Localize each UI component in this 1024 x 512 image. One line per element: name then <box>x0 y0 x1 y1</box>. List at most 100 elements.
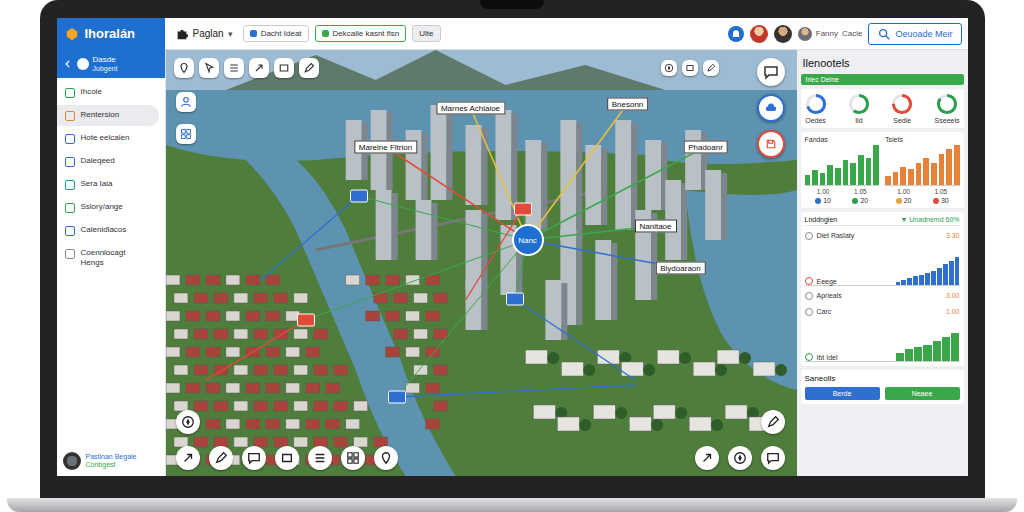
metric-label: Carc <box>817 308 942 315</box>
puzzle-glyph-icon <box>175 27 189 41</box>
pin-icon[interactable] <box>374 446 398 470</box>
sidebar-item[interactable]: Rentersion <box>57 105 159 126</box>
villa <box>561 362 583 376</box>
project-menu[interactable]: Paglan ▾ <box>171 27 237 41</box>
app-logo[interactable]: Ihoralán <box>57 18 165 50</box>
sidebar-item[interactable]: Ihcole <box>57 82 159 103</box>
sidebar-item[interactable]: Hote eelcalen <box>57 128 159 149</box>
compass-icon[interactable] <box>728 446 752 470</box>
chat-icon[interactable] <box>761 446 785 470</box>
donut-chart: Oedes <box>805 93 827 124</box>
tree <box>651 419 663 431</box>
toolbar-field[interactable]: Ulte <box>412 25 440 42</box>
pin-icon[interactable] <box>174 58 194 78</box>
donut-chart: Sedie <box>891 93 913 124</box>
laptop-base <box>7 498 1017 512</box>
metric-row[interactable]: Aprieals 3.00 <box>805 289 960 302</box>
user-profile[interactable]: Fanny Cacle <box>798 27 863 41</box>
villa <box>557 417 579 431</box>
layers-icon[interactable] <box>274 58 294 78</box>
house <box>385 347 399 357</box>
grid-icon[interactable] <box>341 446 365 470</box>
save-icon[interactable] <box>757 130 785 158</box>
workspace-icon <box>77 58 89 70</box>
user-icon[interactable] <box>176 92 196 112</box>
chart-bar <box>858 155 864 185</box>
action-button[interactable]: Oeuoade Meir <box>868 23 961 45</box>
toolbar-field[interactable]: Dekcaile kasnt fisn <box>315 25 407 42</box>
avatar-icon[interactable] <box>750 25 768 43</box>
map-label[interactable]: Biydoaraon <box>655 262 705 275</box>
villa <box>657 350 679 364</box>
notification-icon[interactable] <box>728 26 744 42</box>
chart-bar <box>908 169 914 185</box>
map-marker-icon[interactable] <box>388 391 406 404</box>
chart-bars <box>885 145 960 186</box>
cursor-icon[interactable] <box>199 58 219 78</box>
map-marker-icon[interactable] <box>506 293 524 306</box>
layers-icon[interactable] <box>275 446 299 470</box>
pen-icon[interactable] <box>703 60 719 76</box>
map-marker-icon[interactable] <box>297 314 315 327</box>
back-icon[interactable] <box>63 59 73 69</box>
map-label[interactable]: Nanitaoe <box>634 220 676 233</box>
house <box>233 365 247 375</box>
tower-side <box>721 173 727 240</box>
draw-icon[interactable] <box>176 446 200 470</box>
donut-label: Sedie <box>893 117 911 124</box>
toolbar-field[interactable]: Dacht Ideat <box>243 25 309 42</box>
metric-row[interactable]: Ibt Idel <box>805 321 960 362</box>
pen-icon[interactable] <box>209 446 233 470</box>
map-label[interactable]: Marnes Achiaioe <box>436 102 505 115</box>
sidebar-item[interactable]: Calenidlacos <box>57 220 159 241</box>
zoom-icon[interactable] <box>176 410 200 434</box>
map-view[interactable]: Marnes Achiaioe Bnesonn Marelne Fitrion Pha… <box>166 50 797 476</box>
metric-value: 3.00 <box>946 292 960 299</box>
search-icon <box>877 27 891 41</box>
house <box>193 437 207 447</box>
metric-bars <box>896 333 960 361</box>
list-icon[interactable] <box>308 446 332 470</box>
menu-caret: ▾ <box>228 29 233 39</box>
page: Ihoralán Paglan ▾ Dacht Ideat Dekcaile k… <box>0 0 1024 512</box>
avatar-icon[interactable] <box>774 25 792 43</box>
tower <box>615 120 631 230</box>
house <box>193 293 207 303</box>
sidebar-item[interactable]: Sera Iaia <box>57 174 159 195</box>
arrow-glyph-icon <box>253 62 265 74</box>
list-icon[interactable] <box>224 58 244 78</box>
map-marker-icon[interactable] <box>514 203 532 216</box>
map-label[interactable]: Bnesonn <box>607 98 649 111</box>
route-icon[interactable] <box>695 446 719 470</box>
house <box>433 365 447 375</box>
grid-icon[interactable] <box>176 124 196 144</box>
draw-icon[interactable] <box>761 410 785 434</box>
section-button[interactable]: Neaee <box>885 387 960 400</box>
metric-row[interactable]: Diet Raslaty 3.30 <box>805 229 960 242</box>
sidebar-item[interactable]: Daleqeed <box>57 151 159 172</box>
chat-icon[interactable] <box>242 446 266 470</box>
map-marker-icon[interactable] <box>350 190 368 203</box>
sidebar-item[interactable]: Coennlocagt Hengs <box>57 243 159 274</box>
cloud-icon[interactable] <box>757 94 785 122</box>
villa <box>653 405 675 419</box>
house <box>425 419 439 429</box>
map-label[interactable]: Marelne Fitrion <box>354 141 417 154</box>
compass-icon[interactable] <box>661 60 677 76</box>
panel-banner[interactable]: Irlec Delne <box>801 74 964 85</box>
sidebar-item[interactable]: Sslory/ange <box>57 197 159 218</box>
chat-icon[interactable] <box>757 58 785 86</box>
box-icon[interactable] <box>682 60 698 76</box>
house <box>173 365 187 375</box>
metric-row[interactable]: Carc 1.00 <box>805 305 960 318</box>
metric-icon <box>805 277 813 285</box>
chart-bars <box>805 145 880 186</box>
hub-node[interactable]: Nanc <box>512 224 544 256</box>
pen-icon[interactable] <box>299 58 319 78</box>
house <box>433 329 447 339</box>
section-button[interactable]: Berde <box>805 387 880 400</box>
route-icon[interactable] <box>249 58 269 78</box>
map-label[interactable]: Phadoanr <box>683 141 728 154</box>
house <box>245 275 259 285</box>
metric-row[interactable]: Eeege <box>805 245 960 286</box>
